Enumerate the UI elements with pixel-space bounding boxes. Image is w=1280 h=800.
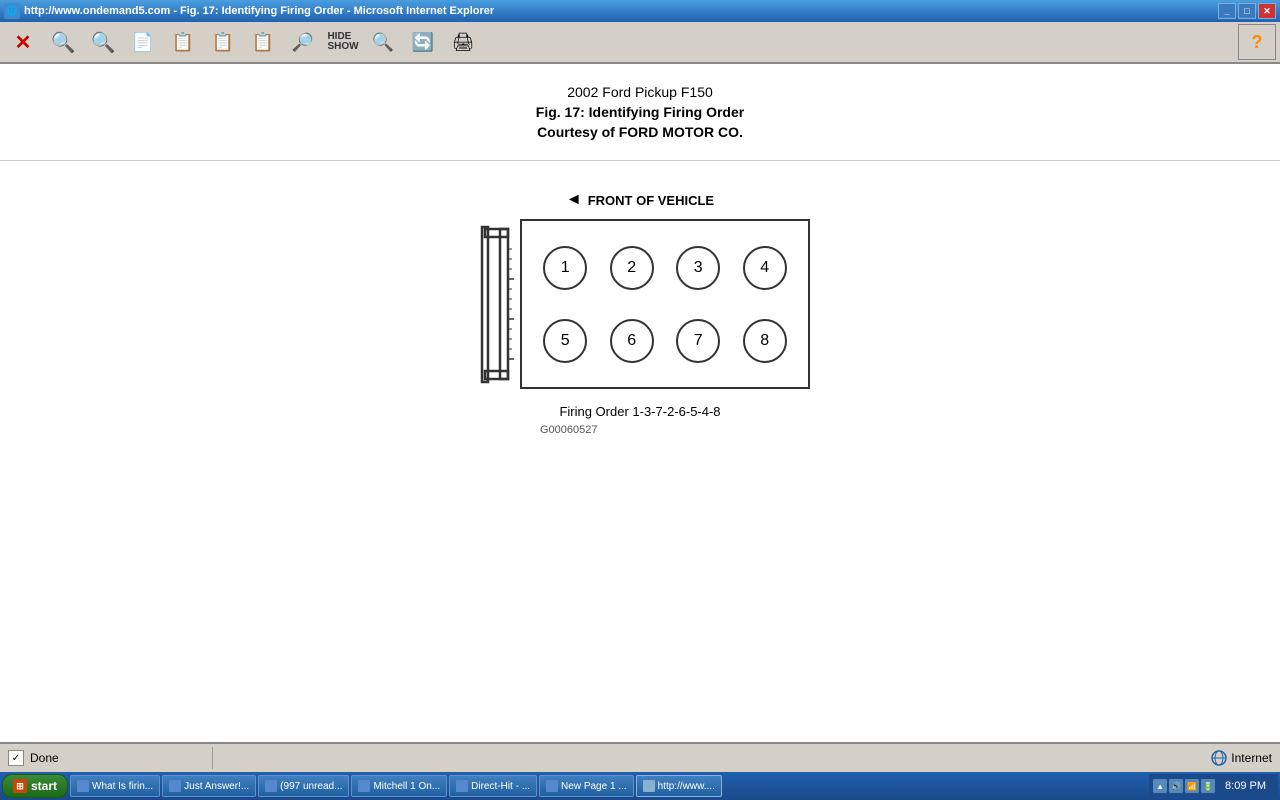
internet-icon <box>1211 750 1227 766</box>
content-divider <box>0 160 1280 161</box>
toolbar: ✕ 🔍 🔍 📄 📋 📋 📋 🔎 HIDESHOW 🔍 🔄 🖨 ? <box>0 22 1280 64</box>
taskbar-item-icon-3 <box>358 780 370 792</box>
taskbar-item-label-0: What Is firin... <box>92 781 153 792</box>
help-icon: ? <box>1252 32 1263 53</box>
taskbar-item-2[interactable]: (997 unread... <box>258 775 349 797</box>
diagram-container: ◄ FRONT OF VEHICLE <box>470 191 810 436</box>
taskbar-item-icon-5 <box>546 780 558 792</box>
taskbar-item-3[interactable]: Mitchell 1 On... <box>351 775 447 797</box>
title-bar-text: http://www.ondemand5.com - Fig. 17: Iden… <box>24 5 494 17</box>
taskbar-item-icon-4 <box>456 780 468 792</box>
taskbar-tray: ▲ 🔊 📶 🔋 8:09 PM <box>1149 774 1278 798</box>
internet-zone-text: Internet <box>1231 751 1272 765</box>
find-button[interactable]: 🔎 <box>284 24 322 60</box>
page-title-vehicle: 2002 Ford Pickup F150 <box>567 84 713 100</box>
cylinder-4: 4 <box>732 231 799 304</box>
front-label: ◄ FRONT OF VEHICLE <box>566 191 714 209</box>
taskbar-item-label-5: New Page 1 ... <box>561 781 627 792</box>
cylinder-8: 8 <box>732 304 799 377</box>
title-bar: 🌐 http://www.ondemand5.com - Fig. 17: Id… <box>0 0 1280 22</box>
taskbar-item-1[interactable]: Just Answer!... <box>162 775 256 797</box>
print-icon: 🖨 <box>452 32 475 53</box>
start-button[interactable]: ⊞ start <box>2 774 68 798</box>
minimize-button[interactable]: _ <box>1218 3 1236 19</box>
view-icon: 📋 <box>212 32 234 53</box>
maximize-button[interactable]: □ <box>1238 3 1256 19</box>
arrow-left-icon: ◄ <box>566 191 582 209</box>
refresh-button[interactable]: 🔄 <box>404 24 442 60</box>
start-label: start <box>31 779 57 793</box>
status-divider <box>212 747 213 769</box>
internet-zone: Internet <box>1211 750 1272 766</box>
taskbar-item-label-2: (997 unread... <box>280 781 342 792</box>
status-text: Done <box>30 751 59 765</box>
taskbar-item-6[interactable]: http://www.... <box>636 775 722 797</box>
tray-icon-3: 📶 <box>1185 779 1199 793</box>
taskbar: ⊞ start What Is firin... Just Answer!...… <box>0 772 1280 800</box>
zoom-icon: 🔍 <box>372 32 394 53</box>
taskbar-item-icon-1 <box>169 780 181 792</box>
help-button[interactable]: ? <box>1238 24 1276 60</box>
search-icon: 🔍 <box>51 30 76 55</box>
cylinder-5: 5 <box>532 304 599 377</box>
tray-icon-2: 🔊 <box>1169 779 1183 793</box>
next-fig-button[interactable]: 📋 <box>244 24 282 60</box>
status-right: Internet <box>1211 750 1272 766</box>
taskbar-clock: 8:09 PM <box>1217 780 1274 792</box>
search-button[interactable]: 🔍 <box>44 24 82 60</box>
print-button[interactable]: 🖨 <box>444 24 482 60</box>
fig-button[interactable]: 📄 <box>124 24 162 60</box>
cylinder-6: 6 <box>599 304 666 377</box>
nav-search-icon: 🔍 <box>91 30 116 55</box>
page-title-fig: Fig. 17: Identifying Firing Order <box>536 104 744 120</box>
taskbar-item-icon-2 <box>265 780 277 792</box>
window-close-button[interactable]: ✕ <box>1258 3 1276 19</box>
zoom-button[interactable]: 🔍 <box>364 24 402 60</box>
status-bar: ✓ Done Internet <box>0 742 1280 772</box>
taskbar-item-icon-0 <box>77 780 89 792</box>
taskbar-item-0[interactable]: What Is firin... <box>70 775 160 797</box>
nav-search-button[interactable]: 🔍 <box>84 24 122 60</box>
tray-icon-4: 🔋 <box>1201 779 1215 793</box>
view-button[interactable]: 📋 <box>204 24 242 60</box>
refresh-icon: 🔄 <box>412 32 434 53</box>
crankshaft-svg <box>470 219 520 389</box>
firing-order-text: Firing Order 1-3-7-2-6-5-4-8 <box>559 404 720 419</box>
page-title-courtesy: Courtesy of FORD MOTOR CO. <box>537 124 743 140</box>
close-icon: ✕ <box>15 30 32 55</box>
taskbar-item-4[interactable]: Direct-Hit - ... <box>449 775 537 797</box>
hide-show-button[interactable]: HIDESHOW <box>324 24 362 60</box>
hide-show-icon: HIDESHOW <box>327 32 358 52</box>
taskbar-item-label-6: http://www.... <box>658 781 715 792</box>
taskbar-item-icon-6 <box>643 780 655 792</box>
fig-icon: 📄 <box>132 32 154 53</box>
cylinder-2: 2 <box>599 231 666 304</box>
tray-icon-1: ▲ <box>1153 779 1167 793</box>
cylinder-block: 1 2 3 4 <box>520 219 810 389</box>
prev-fig-button[interactable]: 📋 <box>164 24 202 60</box>
status-icon: ✓ <box>8 750 24 766</box>
title-bar-icon: 🌐 <box>4 3 20 19</box>
cylinder-7: 7 <box>665 304 732 377</box>
taskbar-item-5[interactable]: New Page 1 ... <box>539 775 634 797</box>
taskbar-item-label-1: Just Answer!... <box>184 781 249 792</box>
close-toolbar-button[interactable]: ✕ <box>4 24 42 60</box>
prev-fig-icon: 📋 <box>172 32 194 53</box>
windows-logo: ⊞ <box>13 779 27 793</box>
engine-diagram: 1 2 3 4 <box>470 219 810 389</box>
diagram-code: G00060527 <box>540 424 598 436</box>
next-fig-icon: 📋 <box>252 32 274 53</box>
status-done: ✓ Done <box>8 750 208 766</box>
cylinder-1: 1 <box>532 231 599 304</box>
find-icon: 🔎 <box>292 32 314 53</box>
taskbar-item-label-3: Mitchell 1 On... <box>373 781 440 792</box>
title-bar-controls: _ □ ✕ <box>1218 3 1276 19</box>
cylinder-3: 3 <box>665 231 732 304</box>
taskbar-item-label-4: Direct-Hit - ... <box>471 781 530 792</box>
content-area: 2002 Ford Pickup F150 Fig. 17: Identifyi… <box>0 64 1280 742</box>
